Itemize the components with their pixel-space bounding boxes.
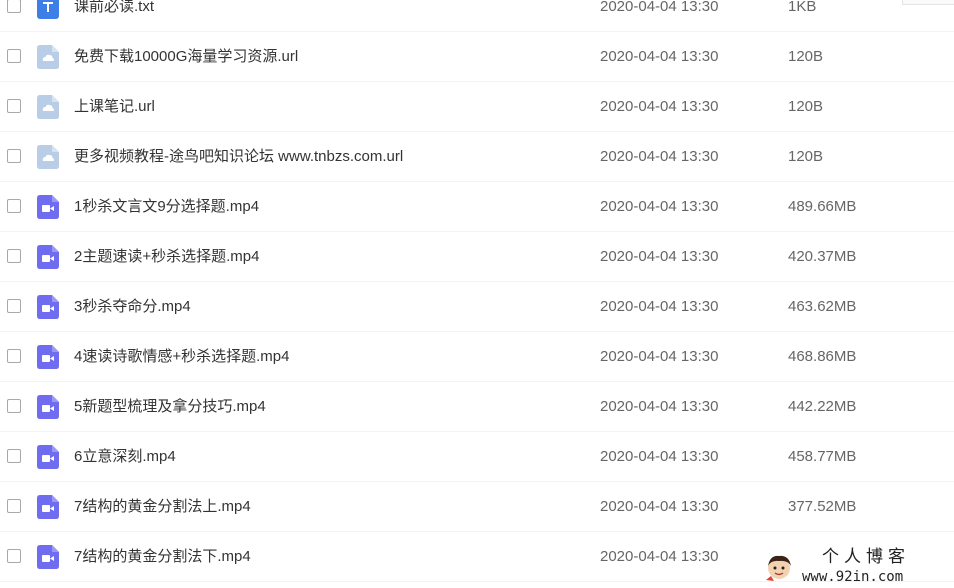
row-checkbox[interactable]: [7, 549, 21, 563]
url-file-icon: [37, 45, 59, 69]
file-browser: 课前必读.txt 2020-04-04 13:30 1KB 免费下载10000G海量学…: [0, 0, 954, 588]
file-date: 2020-04-04 13:30: [600, 98, 719, 115]
file-size: 420.37MB: [788, 248, 857, 265]
file-list: 课前必读.txt 2020-04-04 13:30 1KB 免费下载10000G海量学…: [0, 0, 954, 582]
file-name[interactable]: 4速读诗歌情感+秒杀选择题.mp4: [74, 347, 289, 367]
row-checkbox[interactable]: [7, 99, 21, 113]
file-name[interactable]: 7结构的黄金分割法下.mp4: [74, 547, 251, 567]
video-file-icon: [37, 445, 59, 469]
file-date: 2020-04-04 13:30: [600, 148, 719, 165]
url-file-icon: [37, 145, 59, 169]
file-name[interactable]: 2主题速读+秒杀选择题.mp4: [74, 247, 259, 267]
file-name[interactable]: 3秒杀夺命分.mp4: [74, 297, 191, 317]
file-date: 2020-04-04 13:30: [600, 448, 719, 465]
file-name[interactable]: 更多视频教程-途鸟吧知识论坛 www.tnbzs.com.url: [74, 147, 403, 167]
row-checkbox[interactable]: [7, 349, 21, 363]
watermark-title: 个人博客: [822, 547, 910, 567]
row-checkbox[interactable]: [7, 149, 21, 163]
video-file-icon: [37, 495, 59, 519]
file-row[interactable]: 3秒杀夺命分.mp4 2020-04-04 13:30 463.62MB: [0, 282, 954, 332]
file-name[interactable]: 1秒杀文言文9分选择题.mp4: [74, 197, 259, 217]
file-name[interactable]: 6立意深刻.mp4: [74, 447, 176, 467]
file-row[interactable]: 课前必读.txt 2020-04-04 13:30 1KB: [0, 0, 954, 32]
file-date: 2020-04-04 13:30: [600, 348, 719, 365]
file-date: 2020-04-04 13:30: [600, 498, 719, 515]
file-row[interactable]: 上课笔记.url 2020-04-04 13:30 120B: [0, 82, 954, 132]
file-row[interactable]: 2主题速读+秒杀选择题.mp4 2020-04-04 13:30 420.37MB: [0, 232, 954, 282]
file-row[interactable]: 更多视频教程-途鸟吧知识论坛 www.tnbzs.com.url 2020-04-…: [0, 132, 954, 182]
file-date: 2020-04-04 13:30: [600, 248, 719, 265]
file-row[interactable]: 免费下载10000G海量学习资源.url 2020-04-04 13:30 120B: [0, 32, 954, 82]
file-size: 120B: [788, 98, 824, 115]
watermark: 个人博客 www.92in.com: [762, 546, 954, 588]
file-row[interactable]: 4速读诗歌情感+秒杀选择题.mp4 2020-04-04 13:30 468.86M…: [0, 332, 954, 382]
row-checkbox[interactable]: [7, 449, 21, 463]
file-size: 458.77MB: [788, 448, 857, 465]
file-date: 2020-04-04 13:30: [600, 48, 719, 65]
file-date: 2020-04-04 13:30: [600, 548, 719, 565]
file-size: 377.52MB: [788, 498, 857, 515]
file-row[interactable]: 5新题型梳理及拿分技巧.mp4 2020-04-04 13:30 442.22MB: [0, 382, 954, 432]
row-checkbox[interactable]: [7, 499, 21, 513]
file-row[interactable]: 6立意深刻.mp4 2020-04-04 13:30 458.77MB: [0, 432, 954, 482]
video-file-icon: [37, 395, 59, 419]
video-file-icon: [37, 195, 59, 219]
file-size: 463.62MB: [788, 298, 857, 315]
file-size: 468.86MB: [788, 348, 857, 365]
file-size: 442.22MB: [788, 398, 857, 415]
file-size: 1KB: [788, 0, 817, 15]
row-checkbox[interactable]: [7, 49, 21, 63]
file-date: 2020-04-04 13:30: [600, 198, 719, 215]
row-checkbox[interactable]: [7, 249, 21, 263]
video-file-icon: [37, 345, 59, 369]
row-checkbox[interactable]: [7, 199, 21, 213]
file-size: 120B: [788, 148, 824, 165]
file-size: 489.66MB: [788, 198, 857, 215]
row-checkbox[interactable]: [7, 0, 21, 13]
file-date: 2020-04-04 13:30: [600, 298, 719, 315]
video-file-icon: [37, 545, 59, 569]
row-checkbox[interactable]: [7, 399, 21, 413]
file-name[interactable]: 免费下载10000G海量学习资源.url: [74, 47, 298, 67]
file-size: 120B: [788, 48, 824, 65]
row-checkbox[interactable]: [7, 299, 21, 313]
file-name[interactable]: 5新题型梳理及拿分技巧.mp4: [74, 397, 266, 417]
file-row[interactable]: 7结构的黄金分割法上.mp4 2020-04-04 13:30 377.52MB: [0, 482, 954, 532]
avatar-logo-icon: [766, 555, 791, 581]
file-date: 2020-04-04 13:30: [600, 398, 719, 415]
watermark-url: www.92in.com: [802, 569, 904, 585]
txt-file-icon: [37, 0, 59, 19]
file-name[interactable]: 上课笔记.url: [74, 97, 155, 117]
video-file-icon: [37, 245, 59, 269]
file-row[interactable]: 1秒杀文言文9分选择题.mp4 2020-04-04 13:30 489.66MB: [0, 182, 954, 232]
file-name[interactable]: 7结构的黄金分割法上.mp4: [74, 497, 251, 517]
video-file-icon: [37, 295, 59, 319]
file-name[interactable]: 课前必读.txt: [74, 0, 154, 17]
file-date: 2020-04-04 13:30: [600, 0, 719, 15]
url-file-icon: [37, 95, 59, 119]
